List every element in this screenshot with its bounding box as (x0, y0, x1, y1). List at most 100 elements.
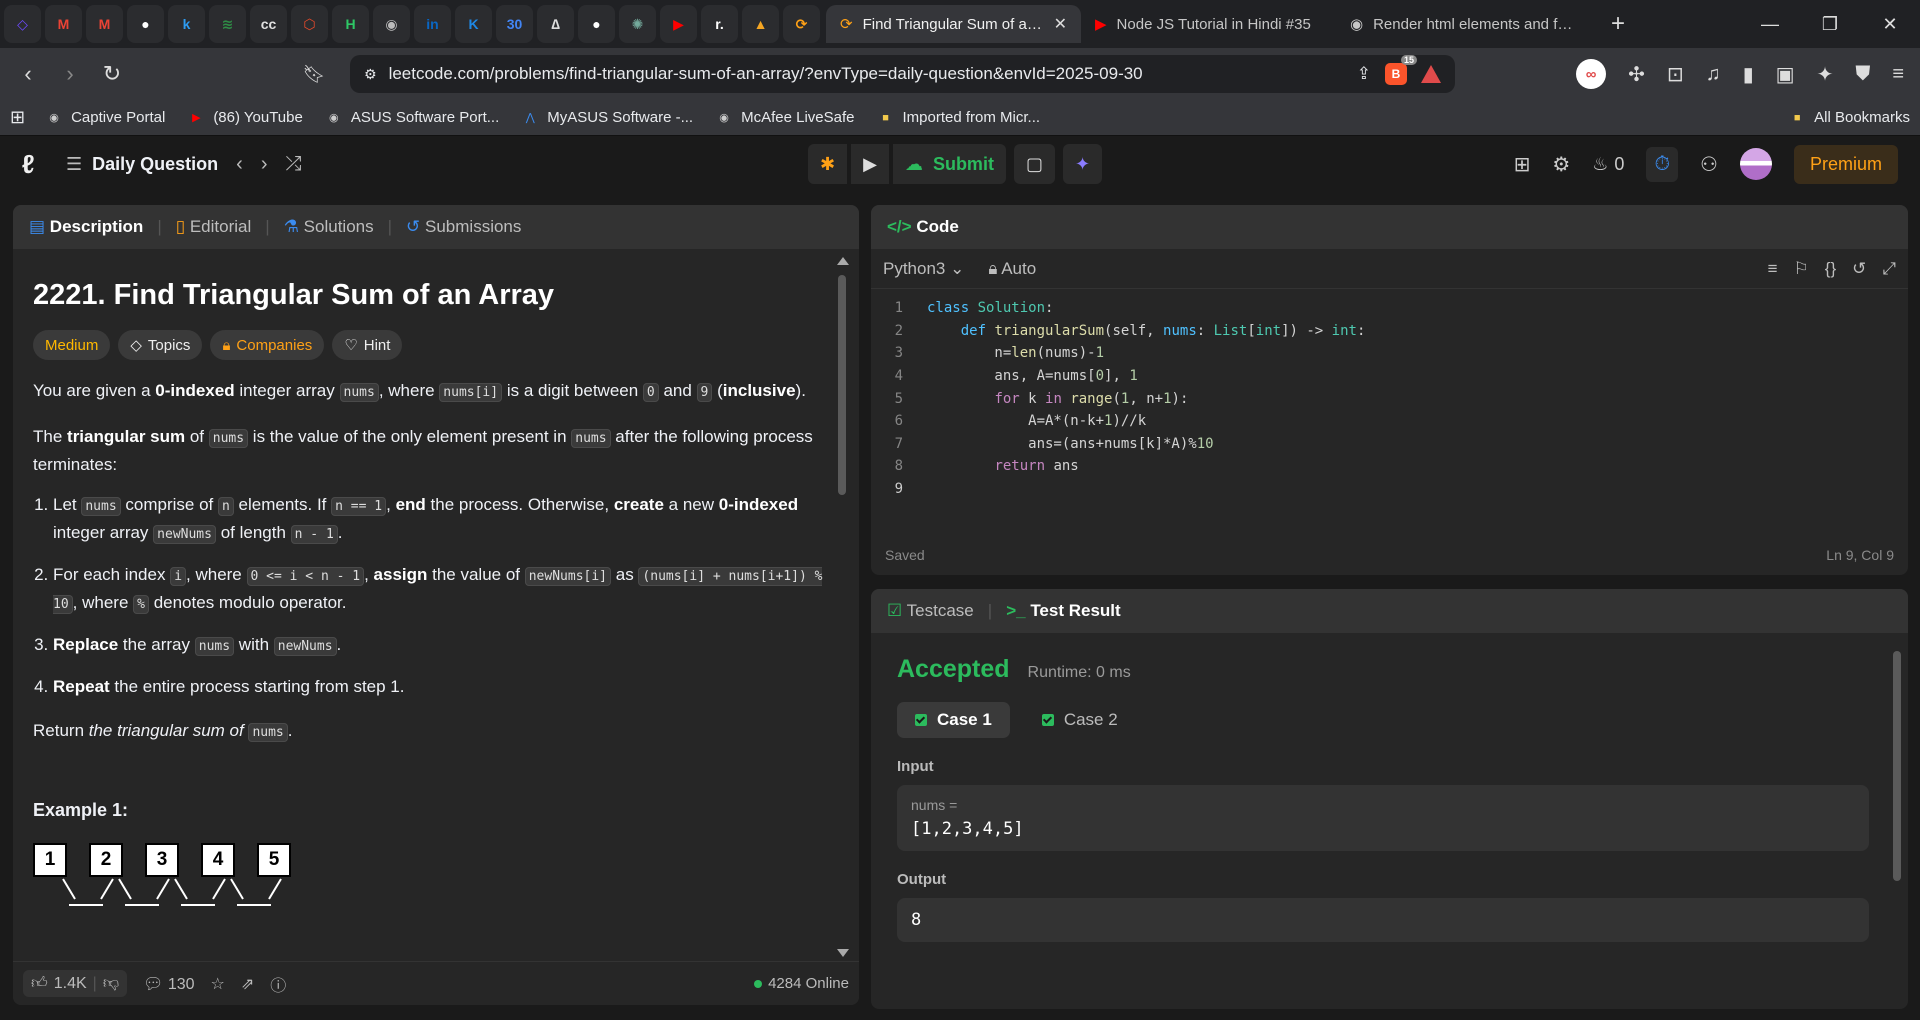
bookmark-item[interactable]: ◉ Captive Portal (45, 109, 165, 127)
difficulty-badge[interactable]: Medium (33, 330, 111, 360)
case-1-tab[interactable]: Case 1 (897, 702, 1010, 738)
close-window-icon[interactable]: ✕ (1860, 14, 1920, 35)
github-icon[interactable]: ● (127, 5, 164, 43)
tab-testcase[interactable]: ☑ Testcase (887, 601, 974, 621)
streak-counter[interactable]: ♨ 0 (1592, 154, 1624, 175)
menu-icon[interactable]: ≡ (1892, 63, 1904, 86)
bookmark-item[interactable]: ◉ McAfee LiveSafe (715, 109, 854, 127)
sidebar-icon[interactable]: ▮ (1743, 62, 1754, 87)
description-scrollbar[interactable] (837, 257, 849, 957)
apps-icon[interactable]: ⊞ (10, 107, 25, 128)
close-tab-icon[interactable]: ✕ (1054, 14, 1067, 34)
restore-icon[interactable]: ❐ (1800, 14, 1860, 35)
bookmark-icon[interactable]: 🔖︎ (296, 64, 332, 85)
tab-test-result[interactable]: >_ Test Result (1006, 601, 1121, 621)
run-icon[interactable]: ▶ (851, 144, 889, 184)
share-icon[interactable]: ⇪ (1357, 64, 1371, 84)
hex-icon[interactable]: ⬡ (291, 5, 328, 43)
extensions-icon[interactable]: ✣ (1628, 62, 1645, 87)
proton-icon[interactable]: ◇ (4, 5, 41, 43)
address-bar[interactable]: ⚙ leetcode.com/problems/find-triangular-… (350, 55, 1455, 93)
scroll-thumb[interactable] (838, 275, 846, 495)
back-icon[interactable]: ‹ (10, 61, 46, 87)
tab-submissions[interactable]: ↺ Submissions (406, 217, 521, 237)
leetcode-icon[interactable]: ⟳ (783, 5, 820, 43)
layout-icon[interactable]: ⊞ (1514, 152, 1531, 177)
music-icon[interactable]: ♫ (1706, 63, 1721, 86)
reload-icon[interactable]: ↻ (94, 61, 130, 87)
help-icon[interactable]: ⓘ (270, 972, 286, 996)
brave-rewards-icon[interactable] (1421, 65, 1441, 83)
leo-icon[interactable]: ✦ (1817, 62, 1834, 87)
tab-description[interactable]: ▤ Description (29, 217, 143, 237)
reset-icon[interactable]: ↺ (1852, 259, 1866, 279)
bookmark-item[interactable]: ◉ ASUS Software Port... (325, 109, 499, 127)
prev-problem-icon[interactable]: ‹ (236, 153, 243, 176)
ge-icon[interactable]: ≋ (209, 5, 246, 43)
companies-chip[interactable]: 🔒︎ Companies (210, 330, 325, 360)
expand-icon[interactable]: ⤢ (1882, 259, 1896, 279)
case-2-tab[interactable]: Case 2 (1024, 702, 1136, 738)
tab-solutions[interactable]: ⚗ Solutions (284, 217, 374, 237)
bookmark-item[interactable]: ■ Imported from Micr... (877, 109, 1040, 127)
language-select[interactable]: Python3 ⌄ (883, 259, 964, 279)
add-friend-icon[interactable]: ⚇ (1700, 152, 1718, 177)
scroll-down-arrow-icon[interactable] (837, 949, 849, 957)
chatgpt-icon[interactable]: ✺ (619, 5, 656, 43)
bookmark-item[interactable]: ⋀ MyASUS Software -... (521, 109, 693, 127)
auto-mode[interactable]: 🔒︎ Auto (988, 259, 1036, 279)
forward-icon[interactable]: › (52, 61, 88, 87)
premium-button[interactable]: Premium (1793, 144, 1898, 184)
like-button[interactable]: 👍︎ 1.4K | 👎︎ (23, 970, 128, 997)
github-icon[interactable]: ● (578, 5, 615, 43)
codechef-icon[interactable]: ∆ (537, 5, 574, 43)
format-icon[interactable]: ≡ (1768, 259, 1778, 279)
settings-gear-icon[interactable]: ⚙ (1552, 152, 1570, 177)
gmail-icon[interactable]: M (45, 5, 82, 43)
avatar[interactable] (1739, 148, 1772, 180)
minimize-icon[interactable]: — (1740, 14, 1800, 35)
site-info-icon[interactable]: ⚙ (364, 66, 377, 83)
code-editor[interactable]: 1 class Solution: 2 def triangularSum(sel… (871, 289, 1908, 500)
tab-render-html[interactable]: ◉ Render html elements and forms (1336, 5, 1591, 43)
vpn-icon[interactable]: ⛊ (1855, 63, 1870, 86)
new-tab-button[interactable]: + (1603, 10, 1633, 38)
youtube-icon[interactable]: ▶ (660, 5, 697, 43)
screenshot-icon[interactable]: ⊡ (1667, 62, 1684, 87)
bookmark-item[interactable]: ▶ (86) YouTube (187, 109, 303, 127)
thumbs-down-icon[interactable]: 👎︎ (103, 974, 119, 993)
star-icon[interactable]: ☆ (211, 974, 225, 994)
ai-assist-icon[interactable]: ✦ (1062, 144, 1103, 184)
k-icon[interactable]: k (168, 5, 205, 43)
linkedin-icon[interactable]: in (414, 5, 451, 43)
next-problem-icon[interactable]: › (261, 153, 268, 176)
codeforces-icon[interactable]: K (455, 5, 492, 43)
bookmark-icon[interactable]: ⚐ (1794, 259, 1809, 279)
test-scrollbar[interactable] (1892, 639, 1902, 999)
r-icon[interactable]: r. (701, 5, 738, 43)
brave-shields-icon[interactable]: B 15 (1385, 55, 1417, 85)
share-icon[interactable]: ⇗ (241, 974, 254, 994)
hackerrank-icon[interactable]: H (332, 5, 369, 43)
aria-icon[interactable]: ∞ (1576, 59, 1607, 89)
all-bookmarks[interactable]: ■ All Bookmarks (1788, 109, 1910, 127)
submit-button[interactable]: ☁ Submit (892, 144, 1006, 184)
daily-question-nav[interactable]: ☰ Daily Question (66, 154, 218, 175)
wallet-icon[interactable]: ▣ (1776, 62, 1795, 87)
comments-button[interactable]: 💬︎ 130 (143, 974, 194, 994)
globe-icon[interactable]: ◉ (373, 5, 410, 43)
url-text[interactable]: leetcode.com/problems/find-triangular-su… (389, 64, 1345, 84)
rocket-icon[interactable]: ▲ (742, 5, 779, 43)
scroll-up-arrow-icon[interactable] (837, 257, 849, 265)
note-icon[interactable]: ▢ (1013, 144, 1055, 184)
calendar-icon[interactable]: 30 (496, 5, 533, 43)
timer-icon[interactable]: ⏱ (1646, 146, 1679, 182)
cc-icon[interactable]: cc (250, 5, 287, 43)
leetcode-logo-icon[interactable]: ℓ (22, 149, 48, 179)
hint-chip[interactable]: ♡ Hint (332, 330, 403, 360)
gmail-icon[interactable]: M (86, 5, 123, 43)
tab-node-js[interactable]: ▶ Node JS Tutorial in Hindi #35 (1081, 5, 1336, 43)
shuffle-icon[interactable]: ⤮ (286, 153, 302, 176)
topics-chip[interactable]: ◇ Topics (118, 330, 203, 360)
debug-icon[interactable]: ✱ (808, 144, 848, 184)
